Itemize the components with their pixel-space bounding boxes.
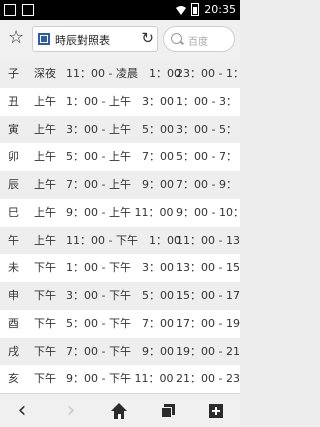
period-cell: 下午: [34, 261, 56, 275]
table-row: 申 下午 3：00 - 下午 5：0015：00 - 17：: [0, 282, 240, 310]
period-cell: 下午: [34, 289, 56, 302]
forward-icon: ›: [66, 398, 76, 423]
search-placeholder: 百度: [188, 37, 208, 48]
branch-cell: 亥: [8, 372, 19, 386]
branch-cell: 戌: [8, 344, 19, 358]
forward-button[interactable]: ›: [59, 400, 83, 422]
clock-cell: 21：00 - 23：: [176, 372, 240, 386]
table-row: 卯 上午 5：00 - 上午 7：00 5：00 - 7：: [0, 143, 240, 171]
period-cell: 上午: [34, 205, 56, 219]
notification-icon: [22, 4, 34, 16]
reload-icon[interactable]: ↻: [141, 29, 154, 47]
clock-cell: 7：00 - 9：: [176, 178, 237, 191]
status-time: 20:35: [204, 3, 236, 16]
period-cell: 上午: [34, 178, 56, 191]
notification-icon: [4, 4, 16, 16]
range-cell: 5：00 - 下午 7：00: [66, 316, 174, 330]
clock-cell: 3：00 - 5：: [176, 122, 237, 136]
range-cell: 9：00 - 上午 11：00: [66, 205, 174, 219]
table-row: 酉 下午 5：00 - 下午 7：0017：00 - 19：: [0, 309, 240, 338]
page-title: 時辰對照表: [55, 34, 110, 47]
clock-cell: 17：00 - 19：: [176, 316, 240, 330]
clock-cell: 13：00 - 15：: [176, 261, 240, 275]
range-cell: 5：00 - 上午 7：00: [66, 150, 174, 164]
table-row: 辰 上午 7：00 - 上午 9：00 7：00 - 9：: [0, 171, 240, 199]
clock-cell: 5：00 - 7：: [176, 150, 237, 164]
clock-cell: 11：00 - 13：: [176, 233, 240, 247]
period-cell: 上午: [34, 94, 56, 108]
branch-cell: 巳: [8, 205, 19, 219]
range-cell: 3：00 - 上午 5：00: [66, 122, 174, 136]
home-button[interactable]: [107, 400, 131, 422]
table-row: 寅 上午 3：00 - 上午 5：00 3：00 - 5：: [0, 115, 240, 144]
table-row: 巳 上午 9：00 - 上午 11：00 9：00 - 10：: [0, 198, 240, 227]
branch-cell: 子: [8, 67, 19, 80]
time-table: 子深夜 11：00 - 凌晨 1：00 23：00 - 1：丑上午 1：00 - 上午…: [0, 60, 240, 393]
status-bar: 20:35: [0, 0, 240, 20]
table-row: 戌 下午 7：00 - 下午 9：0019：00 - 21：: [0, 337, 240, 366]
table-row: 子 深夜 11：00 - 凌晨 1：00 23：00 - 1：: [0, 60, 240, 88]
plus-icon: [209, 404, 223, 418]
status-notifications: [4, 4, 34, 16]
clock-cell: 9：00 - 10：: [176, 205, 240, 219]
branch-cell: 申: [8, 289, 19, 302]
period-cell: 下午: [34, 316, 56, 330]
range-cell: 7：00 - 下午 9：00: [66, 344, 174, 358]
range-cell: 1：00 - 下午 3：00: [66, 261, 174, 275]
table-row: 午 上午 11：00 - 下午 1：0011：00 - 13：: [0, 226, 240, 255]
clock-cell: 1：00 - 3：: [176, 94, 237, 108]
back-icon: ‹: [17, 398, 27, 423]
range-cell: 11：00 - 下午 1：00: [66, 233, 181, 247]
range-cell: 11：00 - 凌晨 1：00: [66, 67, 181, 80]
tabs-icon: [161, 404, 175, 418]
period-cell: 上午: [34, 150, 56, 164]
search-input[interactable]: 百度: [163, 26, 235, 52]
range-cell: 3：00 - 下午 5：00: [66, 289, 174, 302]
period-cell: 上午: [34, 122, 56, 136]
period-cell: 深夜: [34, 67, 56, 80]
branch-cell: 酉: [8, 316, 19, 330]
address-bar[interactable]: 時辰對照表 ↻: [32, 26, 158, 52]
range-cell: 7：00 - 上午 9：00: [66, 178, 174, 191]
search-icon: [171, 33, 182, 44]
status-right: 20:35: [176, 3, 236, 16]
favicon-icon: [38, 33, 50, 45]
browser-toolbar: ☆ 時辰對照表 ↻ 百度: [0, 20, 240, 60]
period-cell: 上午: [34, 233, 56, 247]
clock-cell: 15：00 - 17：: [176, 289, 240, 302]
clock-cell: 19：00 - 21：: [176, 344, 240, 358]
table-row: 丑 上午 1：00 - 上午 3：00 1：00 - 3：: [0, 87, 240, 116]
tabs-button[interactable]: [156, 400, 180, 422]
star-icon[interactable]: ☆: [8, 28, 28, 48]
table-row: 亥 下午 9：00 - 下午 11：0021：00 - 23：: [0, 365, 240, 393]
period-cell: 下午: [34, 344, 56, 358]
home-icon: [111, 403, 127, 419]
branch-cell: 午: [8, 233, 19, 247]
branch-cell: 卯: [8, 150, 19, 164]
branch-cell: 寅: [8, 122, 19, 136]
range-cell: 1：00 - 上午 3：00: [66, 94, 174, 108]
branch-cell: 未: [8, 261, 19, 275]
battery-icon: [191, 3, 200, 16]
clock-cell: 23：00 - 1：: [176, 67, 240, 80]
wifi-icon: [176, 5, 187, 15]
branch-cell: 丑: [8, 94, 19, 108]
table-row: 未 下午 1：00 - 下午 3：0013：00 - 15：: [0, 254, 240, 282]
new-tab-button[interactable]: [204, 400, 228, 422]
period-cell: 下午: [34, 372, 56, 386]
back-button[interactable]: ‹: [10, 400, 34, 422]
bottom-navigation: ‹ ›: [0, 393, 240, 427]
range-cell: 9：00 - 下午 11：00: [66, 372, 174, 386]
branch-cell: 辰: [8, 178, 19, 191]
